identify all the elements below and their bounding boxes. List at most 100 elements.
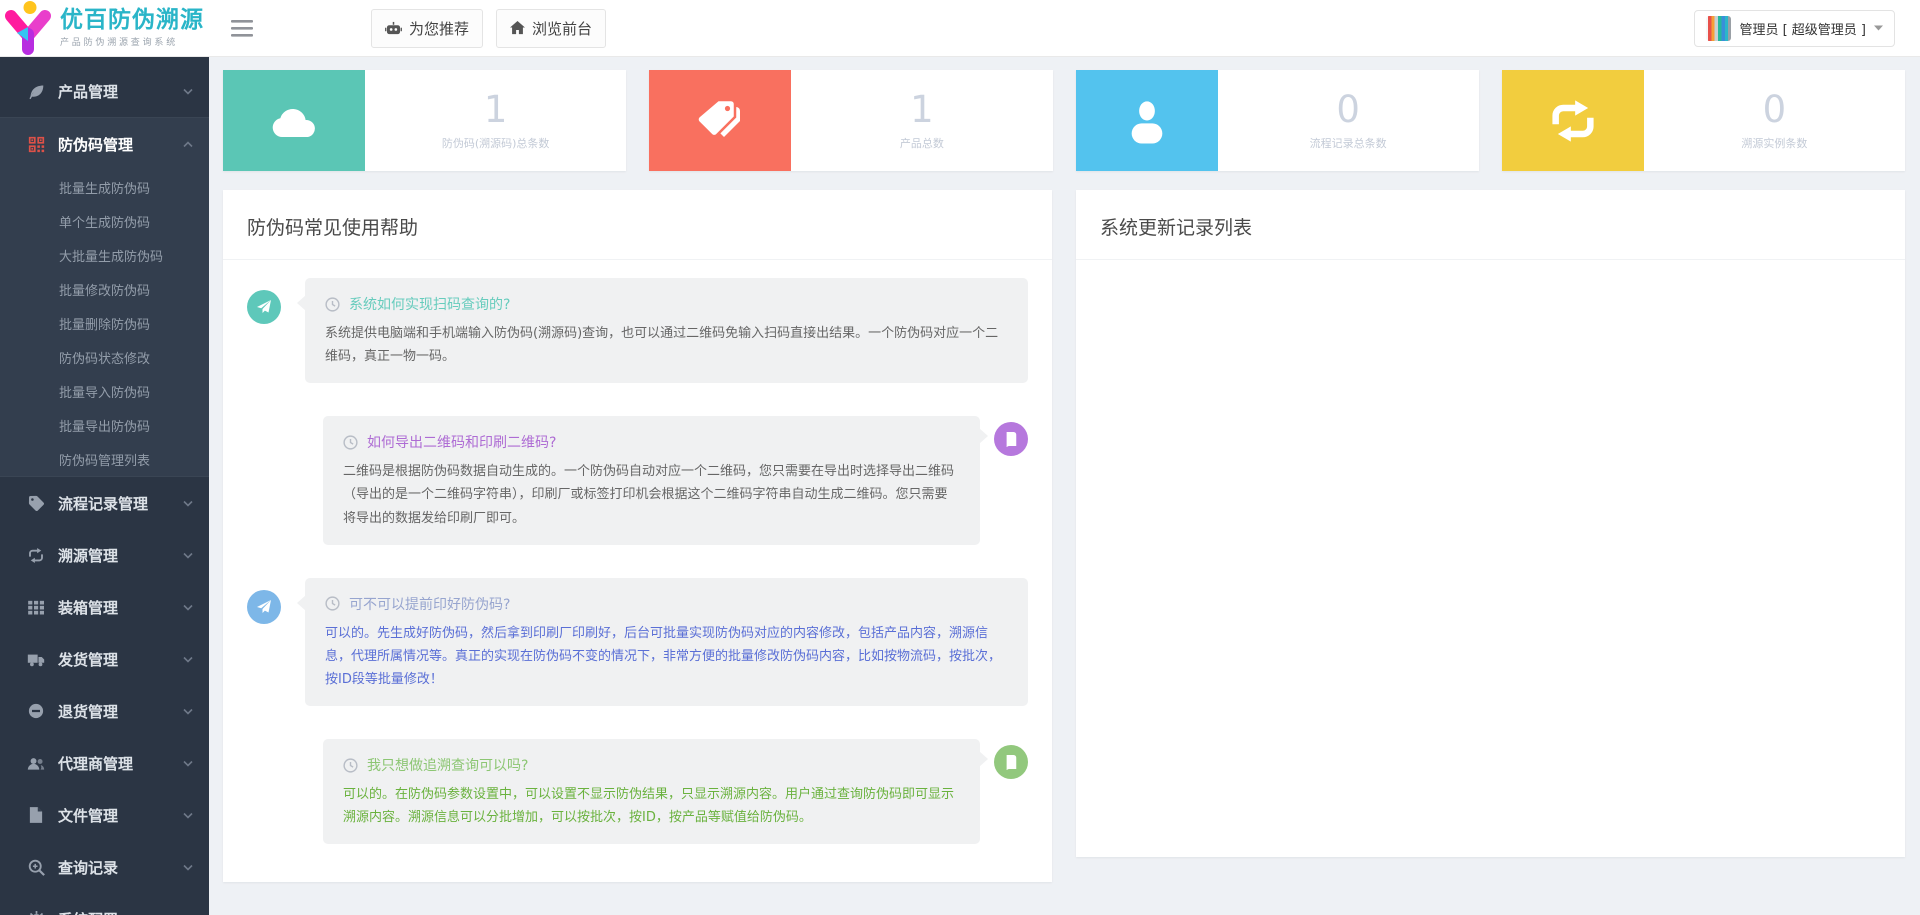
clock-icon bbox=[325, 297, 340, 312]
sidebar: 产品管理 防伪码管理 批量生成防伪码 单个生成防伪码 大批量生成防伪 bbox=[0, 57, 209, 915]
help-qa-list: 系统如何实现扫码查询的? 系统提供电脑端和手机端输入防伪码(溯源码)查询，也可以… bbox=[223, 260, 1052, 844]
sidebar-item-return-mgmt[interactable]: 退货管理 bbox=[0, 685, 209, 737]
chevron-down-icon bbox=[183, 552, 193, 559]
sidebar-subitem-batch-modify[interactable]: 批量修改防伪码 bbox=[0, 272, 209, 306]
sidebar-item-label: 系统配置 bbox=[58, 909, 183, 915]
stat-body: 1 产品总数 bbox=[791, 70, 1052, 171]
chevron-down-icon bbox=[183, 500, 193, 507]
robot-icon bbox=[385, 21, 402, 36]
stat-value: 0 bbox=[1763, 91, 1787, 128]
stat-card-process-record-total[interactable]: 0 流程记录总条数 bbox=[1076, 70, 1479, 171]
stat-body: 0 流程记录总条数 bbox=[1218, 70, 1479, 171]
subitem-label: 批量生成防伪码 bbox=[59, 178, 150, 197]
chevron-down-icon bbox=[183, 656, 193, 663]
sidebar-subitem-batch-delete[interactable]: 批量删除防伪码 bbox=[0, 306, 209, 340]
stat-body: 1 防伪码(溯源码)总条数 bbox=[365, 70, 626, 171]
sidebar-subitem-batch-generate[interactable]: 批量生成防伪码 bbox=[0, 170, 209, 204]
sidebar-item-system-config[interactable]: 系统配置 bbox=[0, 893, 209, 915]
subitem-label: 批量导入防伪码 bbox=[59, 382, 150, 401]
qa-bubble: 系统如何实现扫码查询的? 系统提供电脑端和手机端输入防伪码(溯源码)查询，也可以… bbox=[305, 278, 1028, 383]
sidebar-subitem-batch-export[interactable]: 批量导出防伪码 bbox=[0, 408, 209, 442]
grid-icon bbox=[26, 600, 46, 615]
help-panel-title: 防伪码常见使用帮助 bbox=[223, 190, 1052, 260]
sidebar-item-query-record[interactable]: 查询记录 bbox=[0, 841, 209, 893]
top-bar: 优百防伪溯源 产品防伪溯源查询系统 为您推荐 浏览前台 管理员 [ 超级管理员 … bbox=[0, 0, 1920, 57]
hamburger-icon bbox=[231, 20, 253, 37]
chevron-down-icon bbox=[183, 708, 193, 715]
avatar bbox=[1706, 16, 1731, 41]
sidebar-item-process-record-mgmt[interactable]: 流程记录管理 bbox=[0, 477, 209, 529]
sidebar-item-label: 文件管理 bbox=[58, 805, 183, 826]
home-icon bbox=[510, 21, 525, 35]
stat-label: 流程记录总条数 bbox=[1310, 135, 1387, 151]
stat-label: 防伪码(溯源码)总条数 bbox=[442, 135, 550, 151]
panels-row: 防伪码常见使用帮助 系统如何实现扫码查 bbox=[223, 190, 1905, 882]
book-icon bbox=[994, 422, 1028, 456]
sidebar-item-file-mgmt[interactable]: 文件管理 bbox=[0, 789, 209, 841]
sidebar-item-label: 退货管理 bbox=[58, 701, 183, 722]
sidebar-item-packing-mgmt[interactable]: 装箱管理 bbox=[0, 581, 209, 633]
sidebar-subitem-batch-import[interactable]: 批量导入防伪码 bbox=[0, 374, 209, 408]
qa-question: 可不可以提前印好防伪码? bbox=[349, 594, 510, 614]
sidebar-item-label: 产品管理 bbox=[58, 81, 183, 102]
user-menu[interactable]: 管理员 [ 超级管理员 ] bbox=[1694, 10, 1895, 47]
chevron-down-icon bbox=[183, 88, 193, 95]
stat-card-trace-instance-total[interactable]: 0 溯源实例条数 bbox=[1502, 70, 1905, 171]
subitem-label: 批量删除防伪码 bbox=[59, 314, 150, 333]
subitem-label: 防伪码管理列表 bbox=[59, 450, 150, 469]
sidebar-subitem-status-modify[interactable]: 防伪码状态修改 bbox=[0, 340, 209, 374]
gear-icon bbox=[26, 911, 46, 915]
user-icon bbox=[1076, 70, 1218, 171]
stat-card-product-total[interactable]: 1 产品总数 bbox=[649, 70, 1052, 171]
logo-title: 优百防伪溯源 bbox=[60, 8, 204, 32]
tag-icon bbox=[26, 495, 46, 512]
sidebar-subitem-single-generate[interactable]: 单个生成防伪码 bbox=[0, 204, 209, 238]
file-icon bbox=[26, 807, 46, 823]
chevron-up-icon bbox=[183, 141, 193, 148]
sidebar-item-anticode-mgmt[interactable]: 防伪码管理 bbox=[0, 118, 209, 170]
tags-icon bbox=[649, 70, 791, 171]
book-icon bbox=[994, 745, 1028, 779]
sidebar-item-product-mgmt[interactable]: 产品管理 bbox=[0, 65, 209, 117]
sidebar-item-label: 装箱管理 bbox=[58, 597, 183, 618]
qa-item: 我只想做追溯查询可以吗? 可以的。在防伪码参数设置中，可以设置不显示防伪结果，只… bbox=[247, 739, 1028, 844]
stat-cards-row: 1 防伪码(溯源码)总条数 1 产品总数 bbox=[223, 70, 1905, 171]
stat-value: 1 bbox=[484, 91, 508, 128]
clock-icon bbox=[325, 596, 340, 611]
main-content: 1 防伪码(溯源码)总条数 1 产品总数 bbox=[209, 57, 1920, 915]
clock-icon bbox=[343, 758, 358, 773]
sidebar-subitem-code-list[interactable]: 防伪码管理列表 bbox=[0, 442, 209, 476]
logo-text: 优百防伪溯源 产品防伪溯源查询系统 bbox=[60, 8, 204, 48]
qa-title-row: 我只想做追溯查询可以吗? bbox=[343, 755, 960, 775]
subitem-label: 单个生成防伪码 bbox=[59, 212, 150, 231]
app-window: 优百防伪溯源 产品防伪溯源查询系统 为您推荐 浏览前台 管理员 [ 超级管理员 … bbox=[0, 0, 1920, 915]
qa-bubble: 可不可以提前印好防伪码? 可以的。先生成好防伪码，然后拿到印刷厂印刷好，后台可批… bbox=[305, 578, 1028, 706]
recommend-button[interactable]: 为您推荐 bbox=[371, 9, 483, 48]
qa-question: 如何导出二维码和印刷二维码? bbox=[367, 432, 556, 452]
sidebar-toggle-button[interactable] bbox=[225, 14, 259, 43]
sidebar-subitem-mass-generate[interactable]: 大批量生成防伪码 bbox=[0, 238, 209, 272]
view-frontend-button[interactable]: 浏览前台 bbox=[496, 9, 606, 48]
brand-logo: 优百防伪溯源 产品防伪溯源查询系统 bbox=[0, 0, 209, 56]
stat-value: 1 bbox=[910, 91, 934, 128]
retweet-icon bbox=[1502, 70, 1644, 171]
view-frontend-button-label: 浏览前台 bbox=[532, 18, 592, 39]
sidebar-item-trace-mgmt[interactable]: 溯源管理 bbox=[0, 529, 209, 581]
qa-answer: 可以的。在防伪码参数设置中，可以设置不显示防伪结果，只显示溯源内容。用户通过查询… bbox=[343, 783, 960, 829]
sidebar-item-shipping-mgmt[interactable]: 发货管理 bbox=[0, 633, 209, 685]
qa-item: 系统如何实现扫码查询的? 系统提供电脑端和手机端输入防伪码(溯源码)查询，也可以… bbox=[247, 278, 1028, 383]
sidebar-item-label: 溯源管理 bbox=[58, 545, 183, 566]
truck-icon bbox=[26, 652, 46, 667]
qa-title-row: 系统如何实现扫码查询的? bbox=[325, 294, 1008, 314]
sidebar-group-anticode: 防伪码管理 批量生成防伪码 单个生成防伪码 大批量生成防伪码 批量修改防伪码 批… bbox=[0, 117, 209, 477]
user-menu-label: 管理员 [ 超级管理员 ] bbox=[1739, 19, 1866, 38]
stat-label: 溯源实例条数 bbox=[1741, 135, 1807, 151]
qa-bubble: 我只想做追溯查询可以吗? 可以的。在防伪码参数设置中，可以设置不显示防伪结果，只… bbox=[323, 739, 980, 844]
sidebar-item-agent-mgmt[interactable]: 代理商管理 bbox=[0, 737, 209, 789]
chevron-down-icon bbox=[183, 604, 193, 611]
help-panel: 防伪码常见使用帮助 系统如何实现扫码查 bbox=[223, 190, 1052, 882]
stat-card-anticode-total[interactable]: 1 防伪码(溯源码)总条数 bbox=[223, 70, 626, 171]
subitem-label: 批量导出防伪码 bbox=[59, 416, 150, 435]
clock-icon bbox=[343, 435, 358, 450]
sidebar-item-label: 代理商管理 bbox=[58, 753, 183, 774]
